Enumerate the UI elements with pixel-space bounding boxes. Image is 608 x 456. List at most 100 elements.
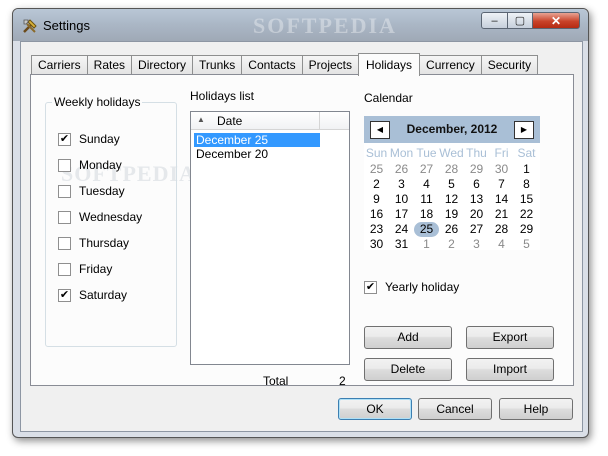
tuesday-checkbox[interactable] [58, 184, 71, 198]
calendar-label: Calendar [364, 91, 413, 105]
calendar-day[interactable]: 18 [414, 207, 439, 222]
holiday-list-item[interactable]: December 20 [194, 147, 320, 161]
saturday-checkbox[interactable]: ✔ [58, 288, 71, 302]
next-month-button[interactable]: ▶ [514, 121, 534, 139]
ok-button[interactable]: OK [338, 398, 412, 420]
tab-directory[interactable]: Directory [131, 55, 194, 75]
month-calendar[interactable]: ◀ December, 2012 ▶ Sun Mon Tue Wed Thu Fri Sat… [364, 116, 540, 252]
minimize-button[interactable]: – [481, 12, 508, 29]
date-column-header[interactable]: ▲ Date [191, 112, 320, 129]
import-button[interactable]: Import [466, 358, 554, 381]
total-value: 2 [339, 374, 346, 388]
tab-security[interactable]: Security [480, 55, 539, 75]
calendar-day[interactable]: 27 [464, 222, 489, 237]
title-bar[interactable]: Settings SOFTPEDIA – ▢ ✕ [13, 9, 588, 41]
calendar-day[interactable]: 26 [439, 222, 464, 237]
weekday-header-wed: Wed [439, 146, 464, 160]
weekly-holiday-wednesday-row[interactable]: Wednesday [58, 210, 142, 224]
calendar-day[interactable]: 31 [389, 237, 414, 252]
thursday-checkbox[interactable] [58, 236, 71, 250]
watermark-logo: SOFTPEDIA [253, 13, 397, 38]
calendar-day[interactable]: 12 [439, 192, 464, 207]
calendar-day[interactable]: 27 [414, 162, 439, 177]
monday-checkbox[interactable] [58, 158, 71, 172]
calendar-day[interactable]: 28 [489, 222, 514, 237]
calendar-day[interactable]: 16 [364, 207, 389, 222]
calendar-day[interactable]: 14 [489, 192, 514, 207]
calendar-day[interactable]: 22 [514, 207, 539, 222]
weekly-holiday-tuesday-row[interactable]: Tuesday [58, 184, 125, 198]
calendar-day[interactable]: 26 [389, 162, 414, 177]
calendar-day[interactable]: 3 [464, 237, 489, 252]
calendar-day[interactable]: 3 [389, 177, 414, 192]
calendar-day[interactable]: 15 [514, 192, 539, 207]
weekly-holiday-monday-row[interactable]: Monday [58, 158, 122, 172]
settings-window: Settings SOFTPEDIA – ▢ ✕ Carriers Rates Di… [12, 8, 589, 438]
tab-currency[interactable]: Currency [419, 55, 482, 75]
calendar-day[interactable]: 25 [414, 222, 439, 237]
calendar-day[interactable]: 13 [464, 192, 489, 207]
calendar-day[interactable]: 24 [389, 222, 414, 237]
holidays-list-label: Holidays list [190, 89, 255, 103]
calendar-day[interactable]: 28 [439, 162, 464, 177]
tab-carriers[interactable]: Carriers [31, 55, 88, 75]
calendar-day[interactable]: 9 [364, 192, 389, 207]
calendar-day[interactable]: 17 [389, 207, 414, 222]
calendar-day[interactable]: 5 [439, 177, 464, 192]
calendar-day[interactable]: 6 [464, 177, 489, 192]
date-column-label: Date [217, 114, 243, 128]
calendar-day[interactable]: 20 [464, 207, 489, 222]
help-button[interactable]: Help [499, 398, 573, 420]
holidays-tab-panel: SOFTPEDIA Weekly holidays ✔ Sunday Monday T… [30, 74, 574, 388]
tuesday-label: Tuesday [79, 184, 125, 198]
calendar-day[interactable]: 2 [364, 177, 389, 192]
calendar-day[interactable]: 1 [414, 237, 439, 252]
calendar-day[interactable]: 19 [439, 207, 464, 222]
calendar-day[interactable]: 11 [414, 192, 439, 207]
calendar-day[interactable]: 4 [489, 237, 514, 252]
tab-rates[interactable]: Rates [86, 55, 133, 75]
export-button[interactable]: Export [466, 326, 554, 349]
sunday-checkbox[interactable]: ✔ [58, 132, 71, 146]
tab-holidays[interactable]: Holidays [358, 53, 421, 76]
yearly-holiday-checkbox[interactable]: ✔ [364, 280, 377, 294]
calendar-day[interactable]: 4 [414, 177, 439, 192]
tab-trunks[interactable]: Trunks [192, 55, 243, 75]
previous-month-button[interactable]: ◀ [370, 121, 390, 139]
delete-button[interactable]: Delete [364, 358, 452, 381]
holidays-list[interactable]: ▲ Date December 25 December 20 [190, 111, 350, 365]
calendar-day[interactable]: 30 [489, 162, 514, 177]
calendar-day[interactable]: 10 [389, 192, 414, 207]
holiday-list-item[interactable]: December 25 [194, 133, 320, 147]
total-label: Total [263, 374, 289, 388]
weekly-holiday-saturday-row[interactable]: ✔ Saturday [58, 288, 127, 302]
weekday-header-sun: Sun [365, 146, 388, 160]
calendar-month-title[interactable]: December, 2012 [394, 122, 510, 136]
calendar-day[interactable]: 2 [439, 237, 464, 252]
wednesday-checkbox[interactable] [58, 210, 71, 224]
cancel-button[interactable]: Cancel [418, 398, 492, 420]
calendar-day[interactable]: 23 [364, 222, 389, 237]
calendar-day[interactable]: 1 [514, 162, 539, 177]
add-button[interactable]: Add [364, 326, 452, 349]
close-button[interactable]: ✕ [532, 12, 580, 29]
yearly-holiday-label: Yearly holiday [385, 280, 460, 294]
weekly-holiday-friday-row[interactable]: Friday [58, 262, 112, 276]
tab-contacts[interactable]: Contacts [241, 55, 303, 75]
yearly-holiday-checkbox-row[interactable]: ✔ Yearly holiday [364, 280, 459, 294]
tab-projects[interactable]: Projects [301, 55, 359, 75]
weekly-holiday-thursday-row[interactable]: Thursday [58, 236, 129, 250]
weekly-holiday-sunday-row[interactable]: ✔ Sunday [58, 132, 120, 146]
calendar-day[interactable]: 30 [364, 237, 389, 252]
maximize-button[interactable]: ▢ [507, 12, 533, 29]
calendar-day[interactable]: 21 [489, 207, 514, 222]
calendar-day[interactable]: 5 [514, 237, 539, 252]
calendar-day[interactable]: 29 [514, 222, 539, 237]
calendar-day[interactable]: 7 [489, 177, 514, 192]
calendar-day[interactable]: 29 [464, 162, 489, 177]
sort-ascending-icon: ▲ [197, 115, 205, 124]
friday-checkbox[interactable] [58, 262, 71, 276]
weekday-header-thu: Thu [466, 146, 487, 160]
calendar-day[interactable]: 8 [514, 177, 539, 192]
calendar-day[interactable]: 25 [364, 162, 389, 177]
